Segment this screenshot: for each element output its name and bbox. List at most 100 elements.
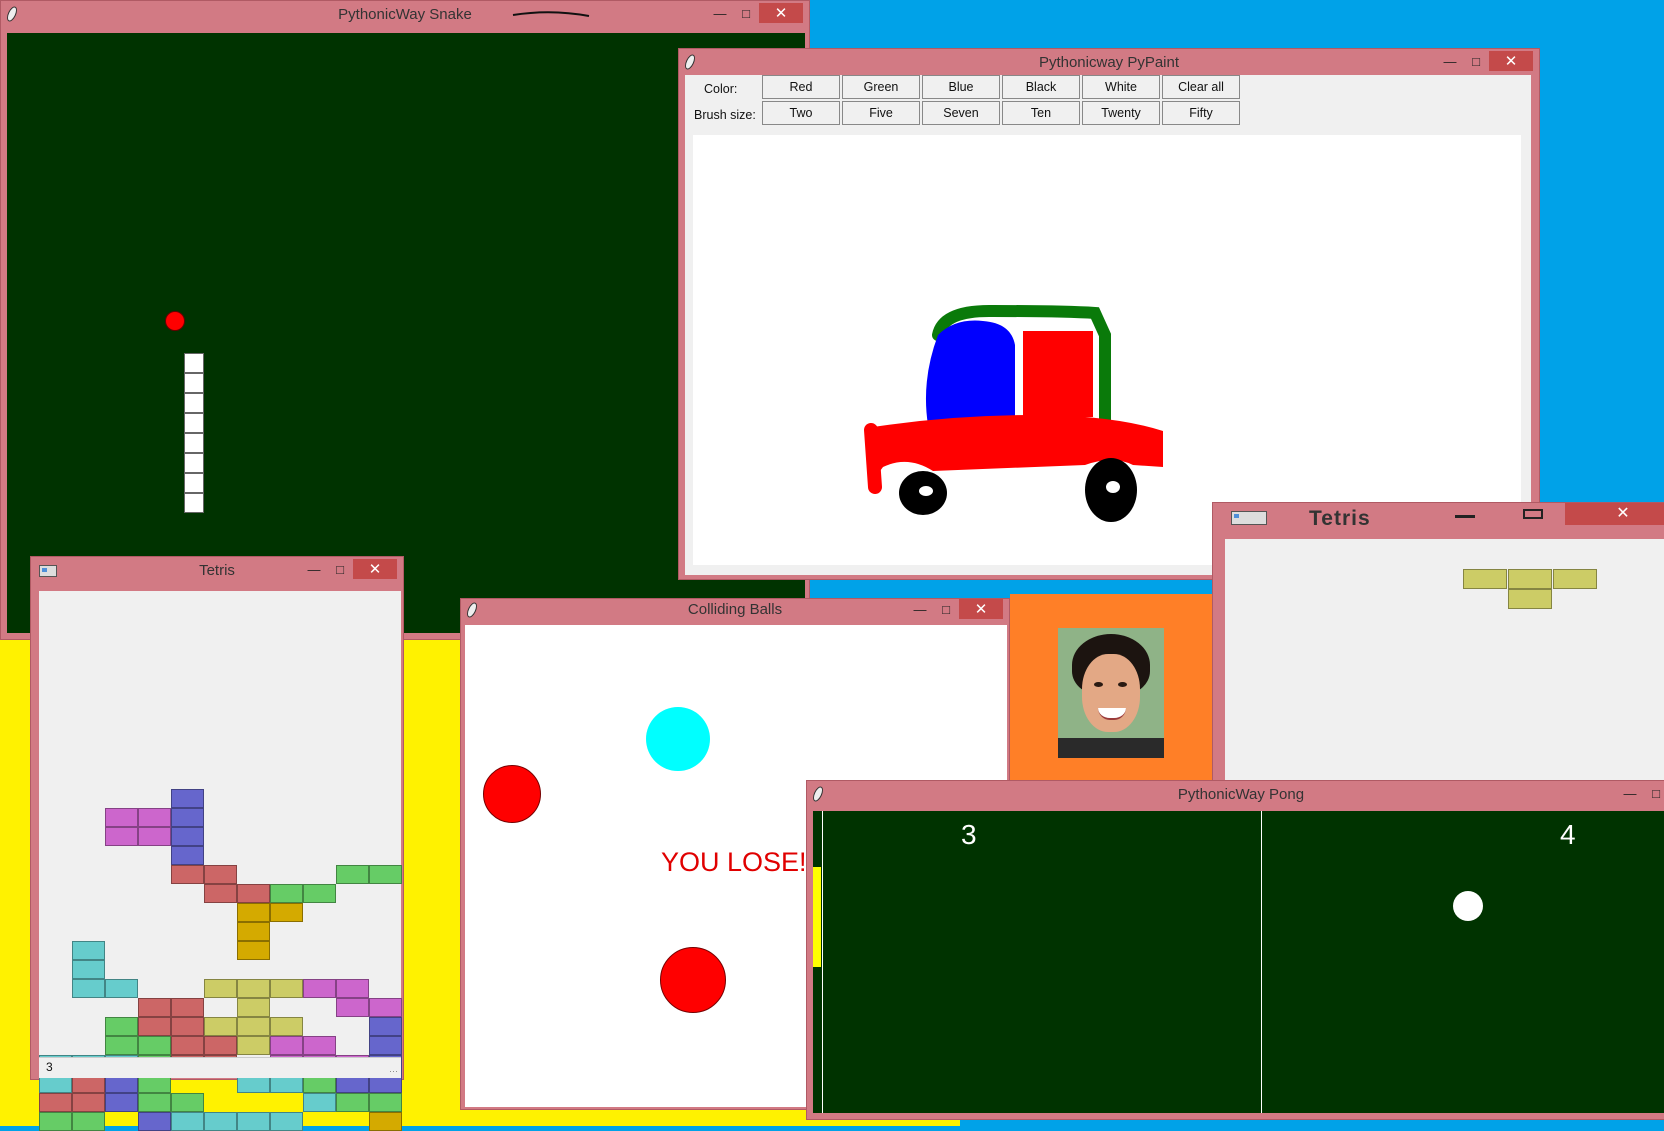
brush-ten-button[interactable]: Ten (1002, 101, 1080, 125)
cyan-ball (646, 707, 710, 771)
tetris-score: 3 (46, 1060, 53, 1074)
tetris-block (237, 903, 270, 922)
tetris-block (105, 808, 138, 827)
brush-two-button[interactable]: Two (762, 101, 840, 125)
tetris-block (1508, 569, 1552, 589)
tetris-block (237, 941, 270, 960)
minimize-icon[interactable]: — (907, 599, 933, 619)
maximize-icon[interactable] (1523, 509, 1543, 519)
tetris-block (72, 960, 105, 979)
tetris-block (138, 1036, 171, 1055)
balls-titlebar[interactable]: Colliding Balls — □ ✕ (461, 599, 1009, 623)
red-ball (483, 765, 541, 823)
tetris-block (303, 1036, 336, 1055)
minimize-icon[interactable]: — (707, 3, 733, 23)
paint-title: Pythonicway PyPaint (1038, 54, 1180, 71)
tetris-block (336, 979, 369, 998)
paint-window[interactable]: Pythonicway PyPaint — □ ✕ Color: Brush s… (678, 48, 1540, 580)
snake-title: PythonicWay Snake (338, 6, 472, 23)
brush-five-button[interactable]: Five (842, 101, 920, 125)
tetris-block (39, 1093, 72, 1112)
brush-twenty-button[interactable]: Twenty (1082, 101, 1160, 125)
color-blue-button[interactable]: Blue (922, 75, 1000, 99)
tetris-block (270, 884, 303, 903)
minimize-icon[interactable]: — (1617, 783, 1643, 803)
balls-window-controls: — □ ✕ (907, 599, 1003, 619)
tetris-block (1508, 589, 1552, 609)
tetris-block (138, 827, 171, 846)
paint-client: Color: Brush size: Red Green Blue Black … (685, 75, 1531, 575)
resize-grip-icon[interactable]: ⋯ (389, 1066, 398, 1077)
close-icon[interactable]: ✕ (353, 559, 397, 579)
brush-seven-button[interactable]: Seven (922, 101, 1000, 125)
snake-body (184, 353, 204, 513)
close-icon[interactable]: ✕ (959, 599, 1003, 619)
tetris-block (303, 1093, 336, 1112)
tetris-block (171, 846, 204, 865)
tetris-block (72, 941, 105, 960)
maximize-icon[interactable]: □ (933, 599, 959, 619)
clear-all-button[interactable]: Clear all (1162, 75, 1240, 99)
tetris-block (105, 979, 138, 998)
tetris-block (303, 884, 336, 903)
avatar (1058, 628, 1164, 758)
color-black-button[interactable]: Black (1002, 75, 1080, 99)
tetris-small-board (39, 591, 402, 1131)
paint-canvas[interactable] (693, 135, 1521, 565)
truck-drawing (864, 304, 1163, 522)
paint-window-controls: — □ ✕ (1437, 51, 1533, 71)
tetris-big-window[interactable]: Tetris ✕ (1212, 502, 1664, 802)
minimize-icon[interactable]: — (301, 559, 327, 579)
tetris-block (369, 865, 402, 884)
close-icon[interactable]: ✕ (759, 3, 803, 23)
tetris-block (72, 1112, 105, 1131)
photo-widget (1010, 594, 1212, 780)
tetris-block (336, 998, 369, 1017)
pong-score-right: 4 (1560, 819, 1576, 850)
tetris-block (39, 1112, 72, 1131)
minimize-icon[interactable]: — (1437, 51, 1463, 71)
color-green-button[interactable]: Green (842, 75, 920, 99)
maximize-icon[interactable]: □ (733, 3, 759, 23)
tetris-block (237, 1036, 270, 1055)
tetris-block (237, 1017, 270, 1036)
brush-fifty-button[interactable]: Fifty (1162, 101, 1240, 125)
pong-window[interactable]: PythonicWay Pong — □ 3 4 (806, 780, 1664, 1120)
pong-board: 3 4 (813, 811, 1664, 1113)
maximize-icon[interactable]: □ (1463, 51, 1489, 71)
tetris-big-titlebar[interactable]: Tetris ✕ (1213, 503, 1664, 533)
tetris-block (270, 979, 303, 998)
tetris-block (369, 1093, 402, 1112)
tetris-block (237, 1112, 270, 1131)
tetris-small-window-controls: — □ ✕ (301, 559, 397, 579)
maximize-icon[interactable]: □ (327, 559, 353, 579)
close-icon[interactable]: ✕ (1565, 503, 1664, 525)
tetris-block (72, 979, 105, 998)
tetris-block (303, 979, 336, 998)
tetris-block (336, 865, 369, 884)
maximize-icon[interactable]: □ (1643, 783, 1664, 803)
tetris-small-window[interactable]: Tetris — □ ✕ 3 ⋯ (30, 556, 404, 1131)
tetris-big-board (1225, 539, 1664, 801)
tetris-block (204, 1017, 237, 1036)
tetris-block (171, 827, 204, 846)
minimize-icon[interactable] (1455, 515, 1475, 518)
tetris-small-titlebar[interactable]: Tetris — □ ✕ (31, 557, 403, 585)
tetris-block (369, 1112, 402, 1131)
pong-title: PythonicWay Pong (1177, 786, 1305, 803)
paint-titlebar[interactable]: Pythonicway PyPaint — □ ✕ (679, 49, 1539, 77)
tetris-block (138, 808, 171, 827)
close-icon[interactable]: ✕ (1489, 51, 1533, 71)
tetris-block (171, 1093, 204, 1112)
tetris-block (270, 903, 303, 922)
snake-titlebar[interactable]: PythonicWay Snake — □ ✕ (1, 1, 809, 29)
pong-ball (1453, 891, 1483, 921)
tetris-block (171, 1036, 204, 1055)
tetris-block (171, 1112, 204, 1131)
color-red-button[interactable]: Red (762, 75, 840, 99)
color-white-button[interactable]: White (1082, 75, 1160, 99)
pong-titlebar[interactable]: PythonicWay Pong — □ (807, 781, 1664, 809)
pong-left-paddle (813, 867, 821, 967)
tetris-block (1463, 569, 1507, 589)
tetris-block (369, 1036, 402, 1055)
